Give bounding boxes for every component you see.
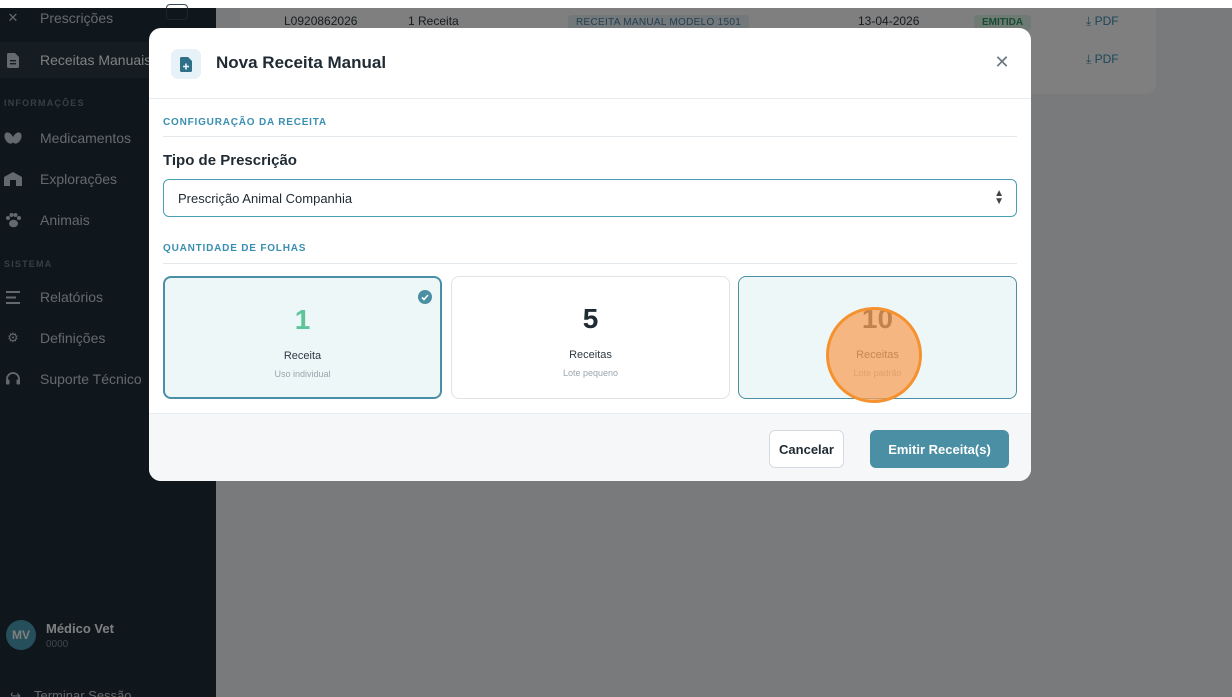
section-divider	[163, 263, 1017, 264]
option-subtitle: Lote pequeno	[562, 368, 619, 378]
section-title-quantidade: QUANTIDADE DE FOLHAS	[163, 243, 307, 254]
emit-prescription-button[interactable]: Emitir Receita(s)	[870, 430, 1009, 468]
prescription-type-label: Tipo de Prescrição	[163, 152, 297, 169]
click-indicator	[826, 307, 922, 403]
option-subtitle: Uso individual	[274, 369, 331, 379]
check-icon	[418, 290, 432, 304]
select-arrows-icon: ▲ ▼	[994, 188, 1004, 207]
modal-title: Nova Receita Manual	[216, 53, 387, 72]
prescription-type-value: Prescrição Animal Companhia	[178, 190, 353, 206]
modal-footer: Cancelar Emitir Receita(s)	[149, 413, 1031, 481]
new-manual-prescription-modal: Nova Receita Manual ✕ CONFIGURAÇÃO DA RE…	[149, 28, 1031, 481]
quantity-option-1[interactable]: 1 Receita Uso individual	[163, 276, 442, 399]
section-divider	[163, 136, 1017, 137]
option-label: Receitas	[569, 349, 612, 361]
option-number: 5	[582, 303, 599, 334]
option-label: Receita	[283, 350, 322, 362]
document-add-icon	[171, 49, 201, 79]
option-number: 1	[294, 304, 311, 335]
modal-header: Nova Receita Manual ✕	[149, 28, 1031, 99]
prescription-type-select[interactable]: Prescrição Animal Companhia ▲ ▼	[163, 179, 1017, 217]
cancel-button[interactable]: Cancelar	[769, 430, 844, 468]
close-icon[interactable]: ✕	[992, 52, 1012, 72]
quantity-option-5[interactable]: 5 Receitas Lote pequeno	[451, 276, 730, 399]
section-title-configuracao: CONFIGURAÇÃO DA RECEITA	[163, 117, 327, 128]
